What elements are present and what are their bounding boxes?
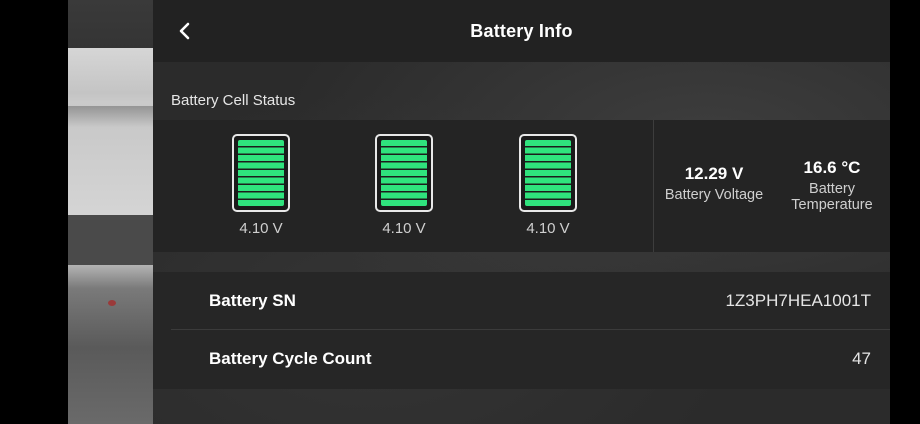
battery-voltage-stat: 12.29 V Battery Voltage [659, 164, 769, 203]
battery-info-panel: Battery Info Battery Cell Status 4.10 V … [153, 0, 890, 424]
cell-voltage: 4.10 V [239, 220, 283, 237]
battery-sn-value: 1Z3PH7HEA1001T [725, 290, 871, 310]
battery-temperature-value: 16.6 °C [803, 158, 861, 177]
page-title: Battery Info [470, 20, 573, 41]
battery-voltage-label: Battery Voltage [664, 187, 764, 203]
back-button[interactable] [171, 16, 199, 46]
info-row-cycle-count: Battery Cycle Count 47 [171, 330, 890, 388]
ceiling-beam [68, 48, 153, 106]
cell-voltage: 4.10 V [526, 220, 570, 237]
cell-voltage: 4.10 V [382, 220, 426, 237]
floor-mark [108, 300, 116, 306]
battery-sn-label: Battery SN [209, 290, 296, 310]
cell-status-row: 4.10 V 4.10 V 4.10 V 12.29 V Battery Vol… [153, 120, 890, 252]
battery-temperature-label: Battery Temperature [784, 181, 880, 213]
battery-full-icon [375, 134, 433, 212]
battery-temperature-label-line1: Battery [809, 181, 855, 197]
divider [653, 120, 654, 252]
battery-cell-1: 4.10 V [232, 134, 290, 237]
battery-full-icon [519, 134, 577, 212]
battery-cell-2: 4.10 V [375, 134, 433, 237]
header-bar: Battery Info [153, 0, 890, 62]
wall-shadow [68, 215, 153, 265]
info-row-sn: Battery SN 1Z3PH7HEA1001T [171, 272, 890, 330]
battery-cell-fill [381, 140, 427, 206]
battery-cycle-count-value: 47 [852, 349, 871, 368]
battery-full-icon [232, 134, 290, 212]
battery-voltage-value: 12.29 V [684, 164, 744, 183]
battery-cell-fill [525, 140, 571, 206]
battery-cycle-count-label: Battery Cycle Count [209, 349, 372, 368]
battery-temperature-label-line2: Temperature [791, 197, 873, 213]
battery-cell-fill [238, 140, 284, 206]
chevron-left-icon [179, 22, 190, 40]
camera-view [68, 0, 153, 424]
battery-info-list: Battery SN 1Z3PH7HEA1001T Battery Cycle … [153, 272, 890, 389]
section-label-cell-status: Battery Cell Status [171, 92, 296, 109]
battery-cell-3: 4.10 V [519, 134, 577, 237]
battery-temperature-stat: 16.6 °C Battery Temperature [784, 158, 880, 213]
